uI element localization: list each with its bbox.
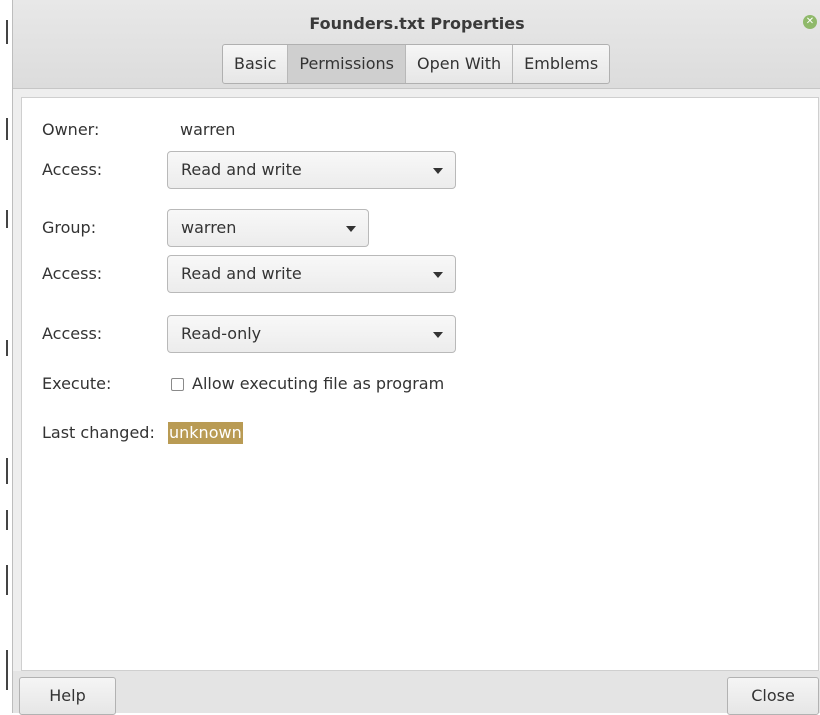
owner-access-value: Read and write <box>181 160 302 179</box>
group-label: Group: <box>42 218 97 237</box>
permissions-panel: Owner: warren Access: Read and write Gro… <box>21 97 819 671</box>
others-access-label: Access: <box>42 324 103 343</box>
last-changed-label: Last changed: <box>42 423 155 442</box>
execute-checkbox-label[interactable]: Allow executing file as program <box>192 374 444 393</box>
dialog-footer: Help Close <box>13 671 820 715</box>
chevron-down-icon <box>433 272 443 278</box>
group-access-value: Read and write <box>181 264 302 283</box>
owner-access-dropdown[interactable]: Read and write <box>167 151 456 189</box>
group-value: warren <box>181 218 237 237</box>
group-dropdown[interactable]: warren <box>167 209 369 247</box>
tab-open-with[interactable]: Open With <box>406 45 514 83</box>
group-access-dropdown[interactable]: Read and write <box>167 255 456 293</box>
close-button[interactable]: Close <box>727 677 819 715</box>
others-access-value: Read-only <box>181 324 262 343</box>
background-window-edge <box>0 0 12 713</box>
chevron-down-icon <box>433 168 443 174</box>
owner-value: warren <box>180 120 236 139</box>
others-access-dropdown[interactable]: Read-only <box>167 315 456 353</box>
help-button[interactable]: Help <box>19 677 116 715</box>
tab-permissions[interactable]: Permissions <box>288 45 406 83</box>
tab-bar: Basic Permissions Open With Emblems <box>222 44 611 84</box>
title-bar: Founders.txt Properties ✕ Basic Permissi… <box>13 0 820 89</box>
group-access-label: Access: <box>42 264 103 283</box>
owner-access-label: Access: <box>42 160 103 179</box>
execute-label: Execute: <box>42 374 112 393</box>
owner-label: Owner: <box>42 120 100 139</box>
window-title: Founders.txt Properties <box>309 14 525 33</box>
tab-emblems[interactable]: Emblems <box>513 45 609 83</box>
chevron-down-icon <box>346 226 356 232</box>
properties-dialog: Founders.txt Properties ✕ Basic Permissi… <box>12 0 820 715</box>
close-icon[interactable]: ✕ <box>803 15 817 29</box>
execute-checkbox[interactable] <box>171 378 184 391</box>
chevron-down-icon <box>433 332 443 338</box>
tab-basic[interactable]: Basic <box>223 45 289 83</box>
last-changed-value: unknown <box>168 422 243 444</box>
